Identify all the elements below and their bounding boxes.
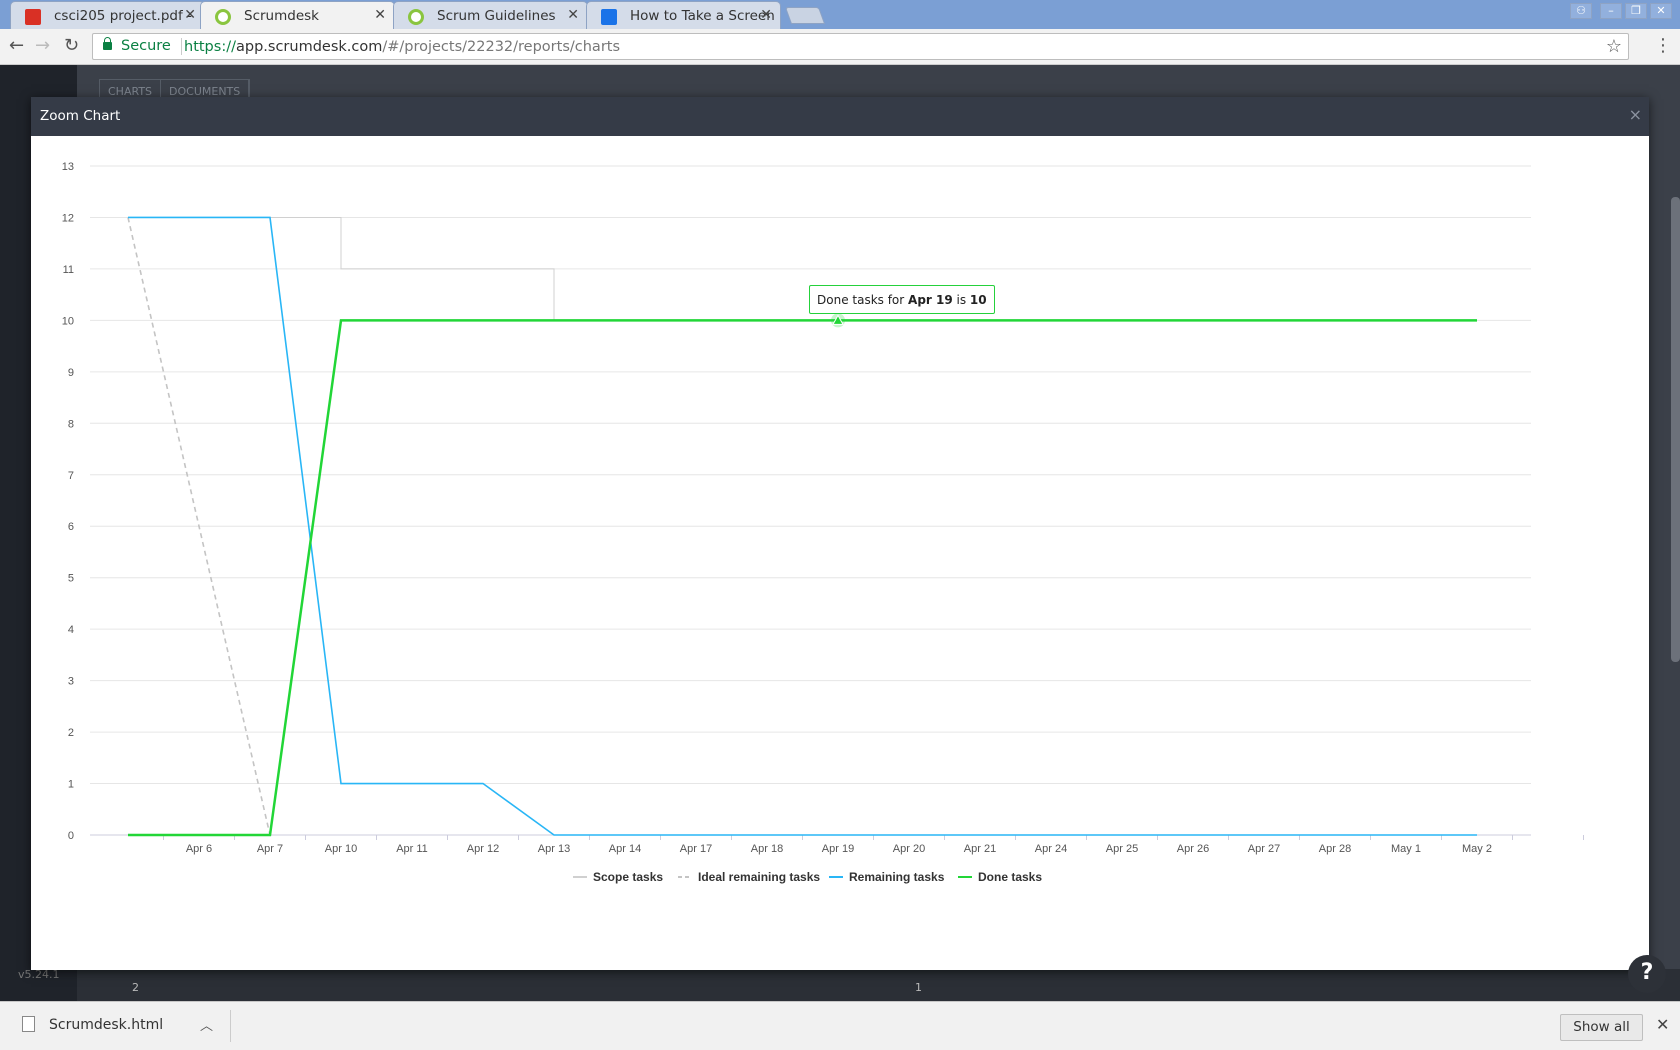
y-tick-label: 3 — [68, 676, 74, 688]
browser-tab-scrumdesk[interactable]: Scrumdesk ✕ — [200, 1, 395, 29]
x-tick-label: Apr 14 — [609, 843, 641, 855]
close-icon[interactable]: ✕ — [184, 7, 196, 23]
x-tick-label: Apr 24 — [1035, 843, 1067, 855]
close-icon[interactable]: ✕ — [1656, 1015, 1669, 1034]
x-tick-label: Apr 13 — [538, 843, 570, 855]
x-tick-label: Apr 17 — [680, 843, 712, 855]
browser-tab-scrum-guidelines[interactable]: Scrum Guidelines ✕ — [393, 1, 588, 29]
url-scheme: https:// — [184, 39, 236, 55]
scrumdesk-icon — [408, 9, 424, 25]
help-button[interactable]: ? — [1628, 955, 1666, 993]
profile-icon[interactable]: ⚇ — [1570, 3, 1592, 19]
y-tick-label: 13 — [62, 161, 74, 173]
x-tick-label: Apr 27 — [1248, 843, 1280, 855]
y-tick-label: 11 — [63, 264, 74, 276]
close-icon[interactable]: × — [1629, 105, 1642, 124]
y-tick-label: 7 — [68, 470, 74, 482]
tooltip-middle: is — [952, 293, 970, 307]
download-file-name[interactable]: Scrumdesk.html — [49, 1017, 163, 1033]
x-tick-label: Apr 19 — [822, 843, 854, 855]
x-tick-label: Apr 28 — [1319, 843, 1351, 855]
y-tick-label: 0 — [68, 830, 74, 842]
x-tick-label: Apr 12 — [467, 843, 499, 855]
browser-tab-screenshot-guide[interactable]: How to Take a Screen ✕ — [586, 1, 781, 29]
chart-tooltip: Done tasks for Apr 19 is 10 — [809, 285, 995, 314]
divider — [230, 1010, 231, 1042]
browser-toolbar: ← → ↻ Secure https://app.scrumdesk.com/#… — [0, 29, 1680, 65]
secure-label: Secure — [121, 38, 171, 54]
y-tick-label: 5 — [68, 573, 74, 585]
tab-title: Scrum Guidelines — [437, 8, 556, 24]
new-tab-button[interactable] — [784, 7, 826, 24]
modal-title: Zoom Chart — [40, 108, 121, 124]
close-icon[interactable]: ✕ — [374, 7, 386, 23]
y-tick-label: 8 — [68, 418, 74, 430]
y-tick-label: 6 — [68, 521, 74, 533]
x-tick-label: May 1 — [1391, 843, 1421, 855]
legend-label: Ideal remaining tasks — [698, 870, 820, 884]
back-icon[interactable]: ← — [9, 35, 24, 56]
modal-header: Zoom Chart × — [31, 97, 1649, 136]
y-tick-label: 9 — [68, 367, 74, 379]
x-tick-label: Apr 6 — [186, 843, 212, 855]
close-icon[interactable]: ✕ — [567, 7, 579, 23]
tab-title: csci205 project.pdf - — [54, 8, 192, 24]
x-tick-label: Apr 20 — [893, 843, 925, 855]
show-all-button[interactable]: Show all — [1560, 1014, 1643, 1041]
x-tick-label: Apr 7 — [257, 843, 283, 855]
downloads-bar: Scrumdesk.html ︿ Show all ✕ — [0, 1001, 1680, 1050]
background-row — [77, 969, 1680, 1001]
zoom-chart-modal: Zoom Chart × 0 1 2 3 4 5 6 7 8 9 10 11 12 13 Apr 6 Apr … — [31, 97, 1649, 970]
minimize-icon[interactable]: – — [1600, 3, 1622, 19]
lock-icon — [103, 37, 112, 50]
x-tick-label: Apr 10 — [325, 843, 357, 855]
legend-label: Remaining tasks — [849, 870, 945, 884]
forward-icon[interactable]: → — [35, 35, 50, 56]
browser-menu-icon[interactable]: ⋮ — [1654, 35, 1672, 56]
browser-tab-pdf[interactable]: csci205 project.pdf - ✕ — [10, 1, 205, 29]
bookmark-star-icon[interactable]: ☆ — [1606, 36, 1622, 57]
url-host: app.scrumdesk.com — [235, 39, 383, 55]
legend-label: Done tasks — [978, 870, 1042, 884]
tab-title: Scrumdesk — [244, 8, 319, 24]
restore-icon[interactable]: ❐ — [1625, 3, 1647, 19]
burndown-chart: 012345678910111213Apr 6 Apr 7 Apr 10 Apr 11… — [62, 161, 1584, 884]
url-path: /#/projects/22232/reports/charts — [382, 39, 621, 55]
chevron-up-icon[interactable]: ︿ — [200, 1015, 213, 1034]
tab-title: How to Take a Screen — [630, 8, 775, 24]
close-icon[interactable]: ✕ — [760, 7, 772, 23]
scrollbar-thumb[interactable] — [1671, 197, 1680, 662]
x-tick-label: Apr 21 — [964, 843, 996, 855]
tooltip-date: Apr 19 — [908, 293, 953, 307]
address-bar[interactable]: Secure https://app.scrumdesk.com/#/proje… — [92, 33, 1629, 60]
reload-icon[interactable]: ↻ — [64, 35, 79, 56]
plus-doc-icon — [601, 9, 617, 25]
x-tick-label: Apr 26 — [1177, 843, 1209, 855]
x-tick-label: May 2 — [1462, 843, 1492, 855]
y-tick-label: 12 — [62, 212, 74, 224]
x-tick-label: Apr 18 — [751, 843, 783, 855]
x-tick-label: Apr 25 — [1106, 843, 1138, 855]
row-number: 2 — [132, 981, 139, 994]
window-close-icon[interactable]: ✕ — [1650, 3, 1672, 19]
y-tick-label: 2 — [68, 727, 74, 739]
browser-tab-strip: csci205 project.pdf - ✕ Scrumdesk ✕ Scru… — [0, 0, 1680, 29]
x-tick-label: Apr 11 — [396, 843, 428, 855]
scrumdesk-icon — [215, 9, 231, 25]
y-tick-label: 1 — [68, 779, 74, 791]
y-tick-label: 4 — [68, 624, 74, 636]
row-number: 1 — [915, 981, 922, 994]
tooltip-value: 10 — [969, 293, 987, 307]
divider — [181, 38, 182, 55]
pdf-icon — [25, 9, 41, 25]
url-text[interactable]: https://app.scrumdesk.com/#/projects/222… — [184, 39, 620, 55]
tooltip-prefix: Done tasks for — [817, 293, 909, 307]
file-icon — [22, 1016, 35, 1032]
legend-label: Scope tasks — [593, 870, 663, 884]
y-tick-label: 10 — [62, 315, 74, 327]
